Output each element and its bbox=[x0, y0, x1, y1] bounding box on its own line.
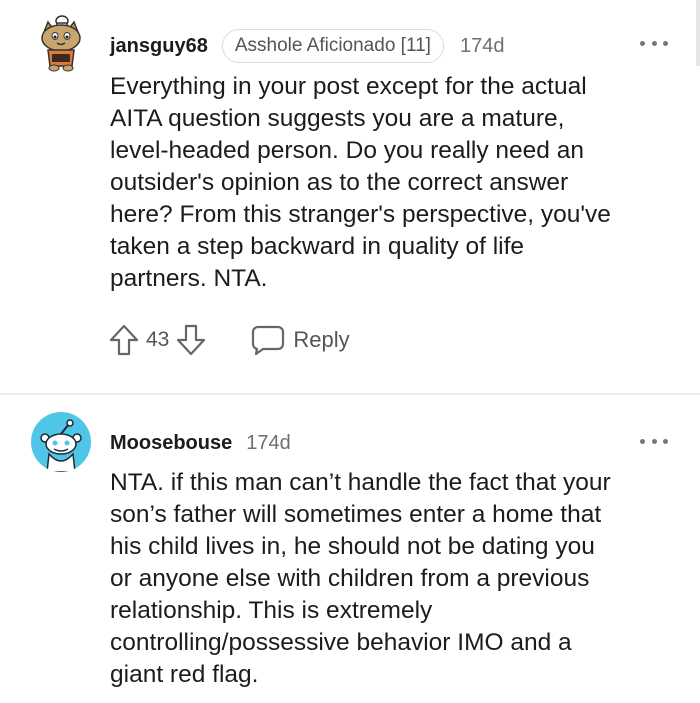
comment-body: NTA. if this man can’t handle the fact t… bbox=[110, 469, 611, 688]
dot bbox=[651, 40, 657, 46]
dot bbox=[640, 438, 645, 444]
comment-actions: 43 Reply bbox=[108, 320, 350, 360]
vote-score: 43 bbox=[146, 328, 170, 351]
downvote-button[interactable] bbox=[175, 323, 207, 357]
upvote-arrow-icon bbox=[109, 324, 139, 356]
reply-bubble-icon bbox=[252, 325, 285, 356]
comment-age: 174d bbox=[246, 431, 291, 454]
downvote-arrow-icon bbox=[177, 324, 206, 356]
cat-chef-avatar-icon[interactable] bbox=[38, 14, 84, 72]
comment-meta: Moosebouse 174d bbox=[110, 428, 291, 458]
username-link[interactable]: jansguy68 bbox=[110, 35, 208, 58]
user-flair-badge: Asshole Aficionado [11] bbox=[221, 29, 444, 63]
upvote-button[interactable] bbox=[108, 323, 140, 357]
more-options-icon[interactable] bbox=[640, 436, 668, 446]
dot bbox=[663, 40, 668, 46]
dot bbox=[663, 438, 668, 444]
username-link[interactable]: Moosebouse bbox=[110, 432, 232, 455]
reply-button[interactable]: Reply bbox=[251, 324, 350, 356]
comment-meta: jansguy68 Asshole Aficionado [11] 174d bbox=[110, 29, 505, 63]
dot bbox=[651, 438, 657, 444]
comment-card: jansguy68 Asshole Aficionado [11] 174d E… bbox=[0, 0, 700, 392]
reply-label: Reply bbox=[293, 327, 350, 352]
more-options-icon[interactable] bbox=[640, 38, 668, 48]
comment-body: Everything in your post except for the a… bbox=[110, 73, 611, 292]
dot bbox=[640, 40, 645, 46]
default-snoo-avatar-icon[interactable] bbox=[31, 412, 91, 472]
comment-age: 174d bbox=[459, 34, 505, 57]
